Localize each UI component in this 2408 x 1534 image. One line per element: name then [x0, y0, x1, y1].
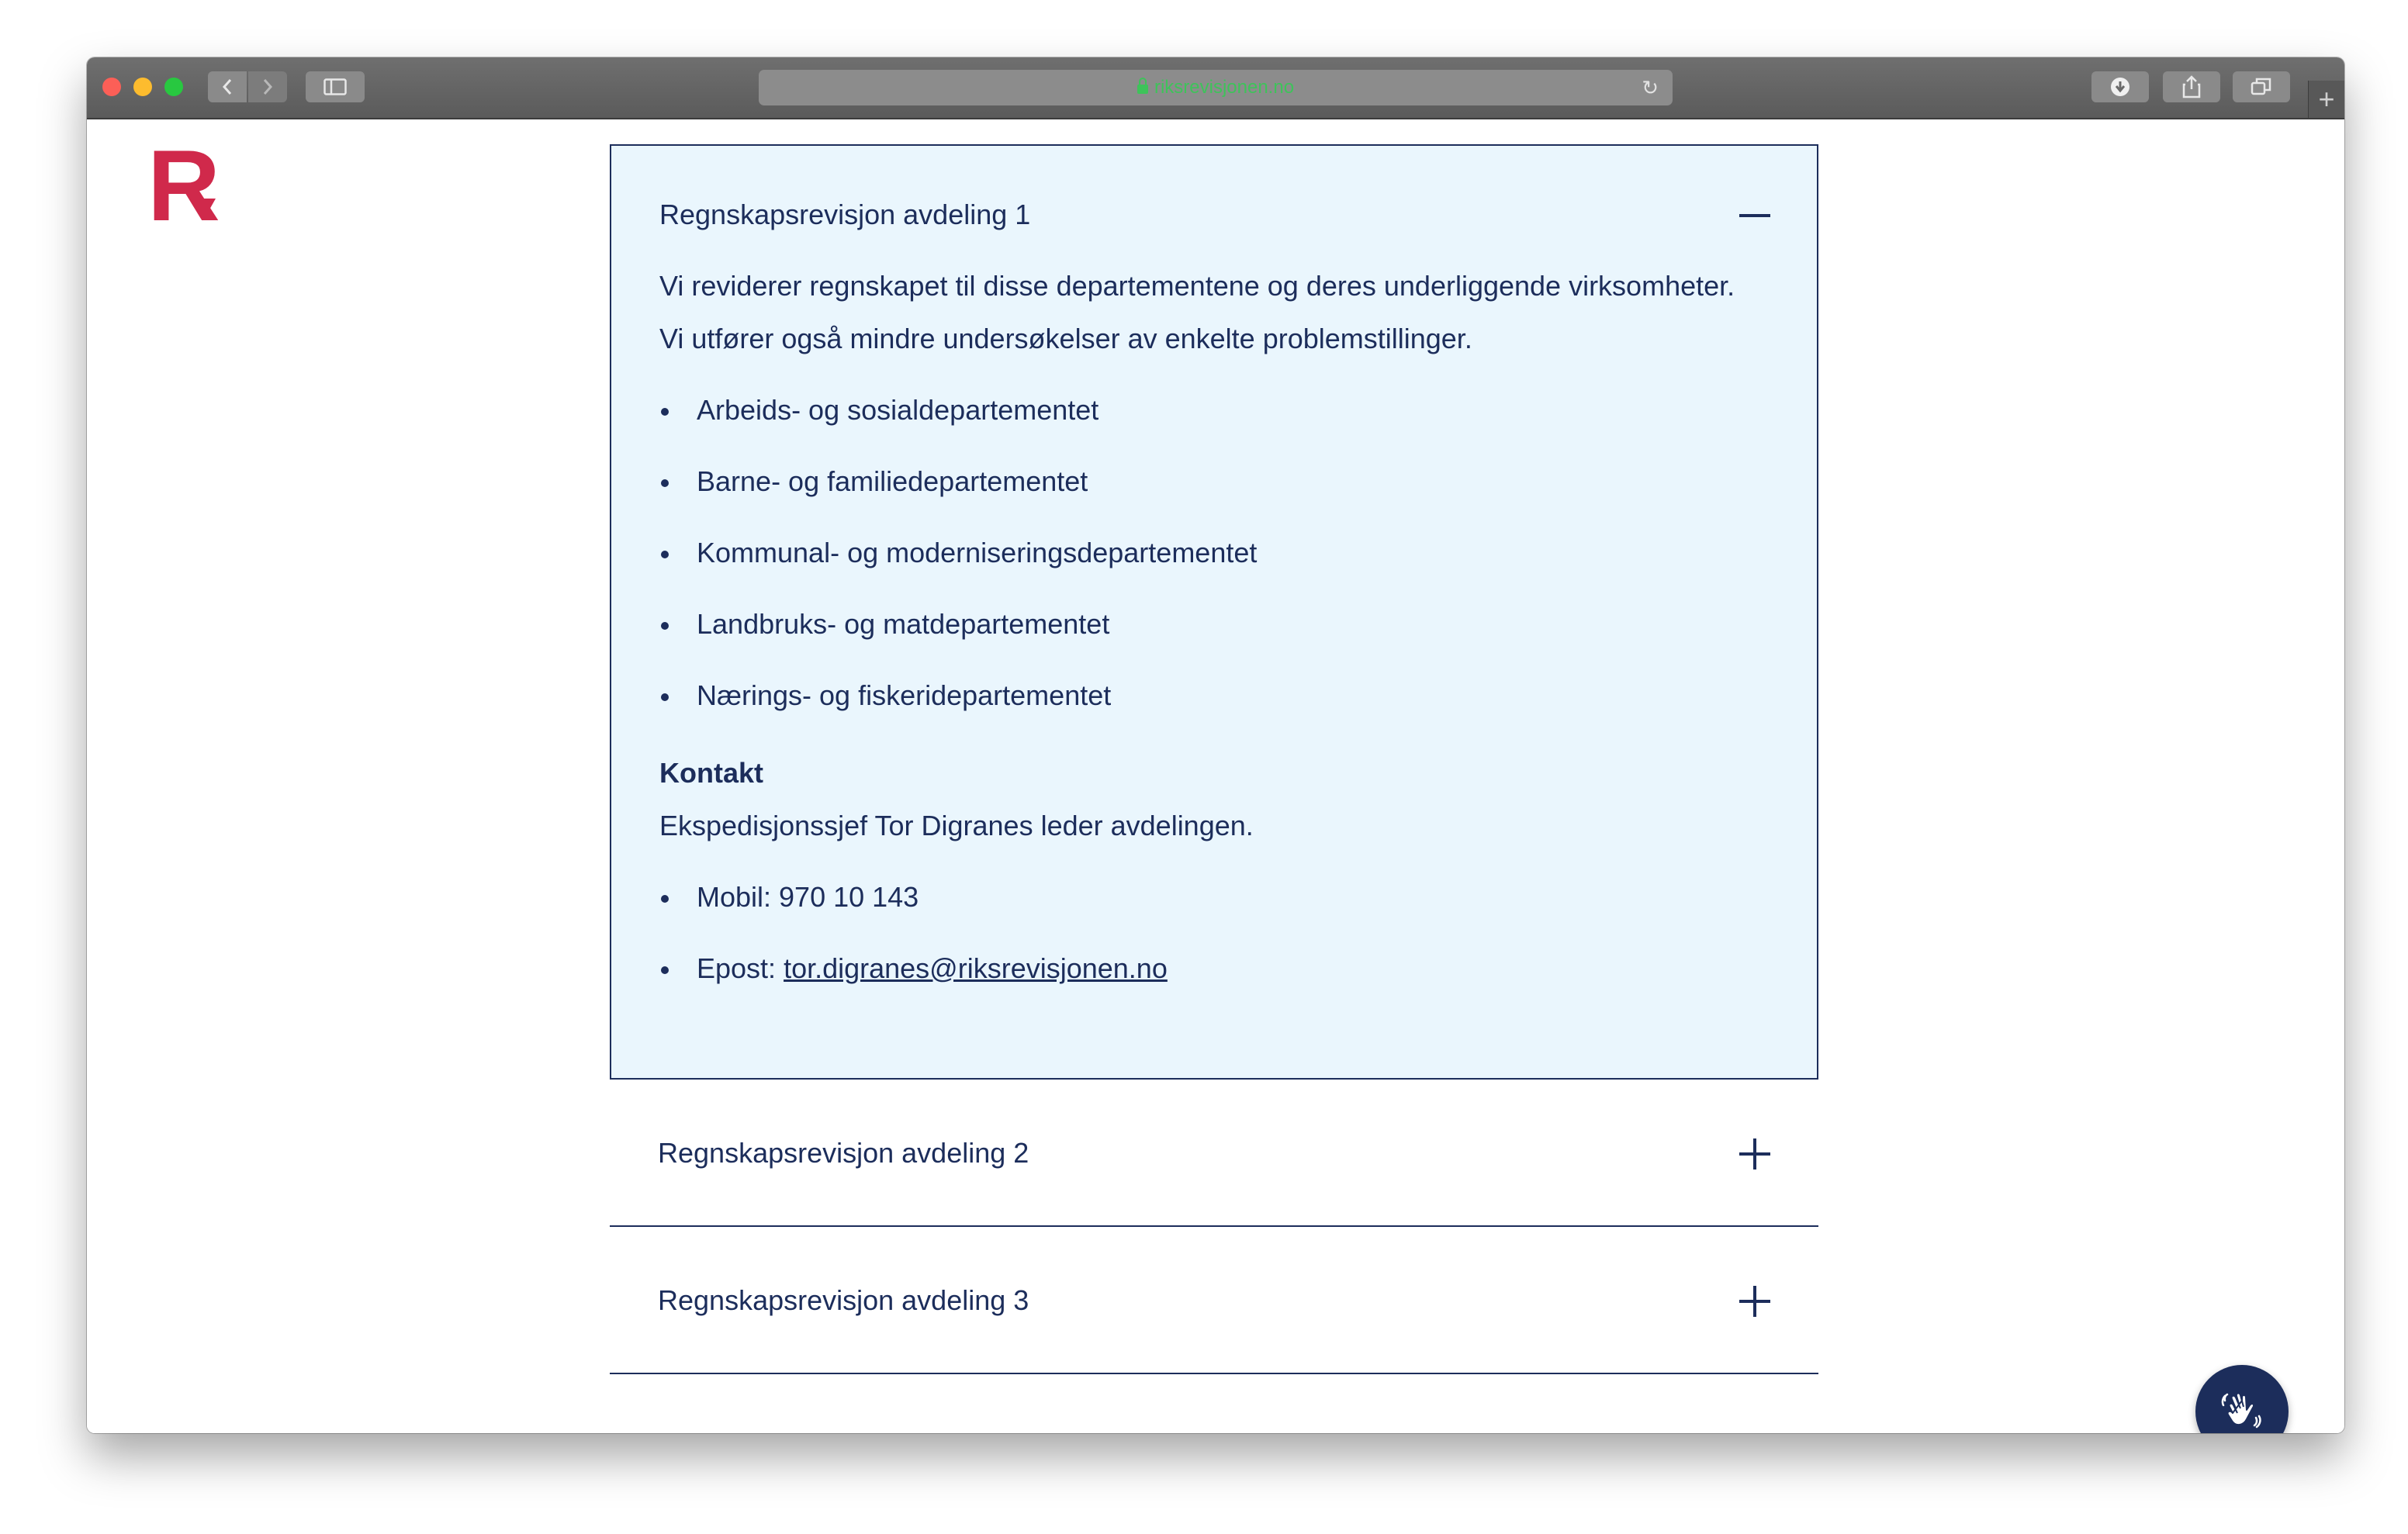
contact-text: Ekspedisjonssjef Tor Digranes leder avde…: [659, 810, 1254, 841]
minus-icon[interactable]: [1739, 214, 1770, 217]
email-line: Epost: tor.digranes@riksrevisjonen.no: [697, 952, 1168, 985]
browser-window: riksrevisjonen.no ↻ + R Regnskapsrevisjo…: [87, 57, 2344, 1433]
accordion-item-avdeling-2[interactable]: Regnskapsrevisjon avdeling 2: [610, 1080, 1818, 1227]
share-icon: [2182, 75, 2201, 98]
download-icon: [2111, 78, 2129, 96]
site-logo[interactable]: R: [147, 135, 220, 236]
email-label: Epost:: [697, 952, 784, 984]
sidebar-toggle-button[interactable]: [306, 71, 365, 102]
url-text: riksrevisjonen.no: [1154, 77, 1295, 98]
waving-hand-icon: [2221, 1392, 2261, 1429]
mobile-number: Mobil: 970 10 143: [697, 881, 919, 913]
close-window-button[interactable]: [102, 78, 121, 96]
department-name: Kommunal- og moderniseringsdepartementet: [697, 537, 1258, 568]
accordion-item-open: Regnskapsrevisjon avdeling 1 Vi revidere…: [610, 144, 1818, 1080]
back-button[interactable]: [208, 71, 247, 102]
minimize-window-button[interactable]: [133, 78, 152, 96]
intro-text-line-2: Vi utfører også mindre undersøkelser av …: [659, 323, 1472, 354]
new-tab-icon[interactable]: +: [2308, 81, 2344, 118]
bullet-icon: [661, 622, 669, 630]
share-button[interactable]: [2163, 71, 2220, 102]
chevron-right-icon: [263, 79, 273, 95]
plus-icon[interactable]: [1739, 1286, 1770, 1317]
email-link[interactable]: tor.digranes@riksrevisjonen.no: [784, 952, 1168, 984]
bullet-icon: [661, 479, 669, 487]
department-name: Barne- og familiedepartementet: [697, 465, 1088, 497]
department-name: Nærings- og fiskeridepartementet: [697, 679, 1112, 711]
tabs-icon: [2251, 78, 2271, 95]
accordion-item-avdeling-3[interactable]: Regnskapsrevisjon avdeling 3: [610, 1227, 1818, 1374]
logo-letter: R: [147, 129, 220, 242]
downloads-button[interactable]: [2091, 71, 2149, 102]
sidebar-icon: [323, 78, 347, 95]
accordion-header-avdeling-3[interactable]: Regnskapsrevisjon avdeling 3: [658, 1284, 1029, 1317]
chat-button[interactable]: [2195, 1365, 2289, 1433]
tabs-overview-button[interactable]: [2233, 71, 2290, 102]
plus-icon[interactable]: [1739, 1138, 1770, 1170]
bullet-icon: [661, 408, 669, 416]
bullet-icon: [661, 693, 669, 701]
lock-icon: [1137, 78, 1148, 94]
bullet-icon: [661, 895, 669, 903]
reload-icon[interactable]: ↻: [1642, 76, 1659, 100]
url-display: riksrevisjonen.no: [759, 70, 1673, 105]
bullet-icon: [661, 551, 669, 558]
department-name: Landbruks- og matdepartementet: [697, 608, 1110, 640]
chevron-left-icon: [222, 79, 232, 95]
accordion-header-avdeling-1[interactable]: Regnskapsrevisjon avdeling 1: [659, 199, 1030, 231]
page-content: R Regnskapsrevisjon avdeling 1 Vi revide…: [87, 119, 2344, 1433]
contact-heading: Kontakt: [659, 757, 763, 789]
logo-accent-mark: [202, 199, 216, 211]
browser-toolbar: riksrevisjonen.no ↻ +: [87, 57, 2344, 119]
forward-button[interactable]: [248, 71, 287, 102]
accordion-header-avdeling-2[interactable]: Regnskapsrevisjon avdeling 2: [658, 1137, 1029, 1170]
intro-text-line-1: Vi reviderer regnskapet til disse depart…: [659, 270, 1735, 302]
department-name: Arbeids- og sosialdepartementet: [697, 394, 1099, 426]
bullet-icon: [661, 966, 669, 974]
zoom-window-button[interactable]: [164, 78, 183, 96]
address-bar[interactable]: riksrevisjonen.no ↻: [759, 70, 1673, 105]
